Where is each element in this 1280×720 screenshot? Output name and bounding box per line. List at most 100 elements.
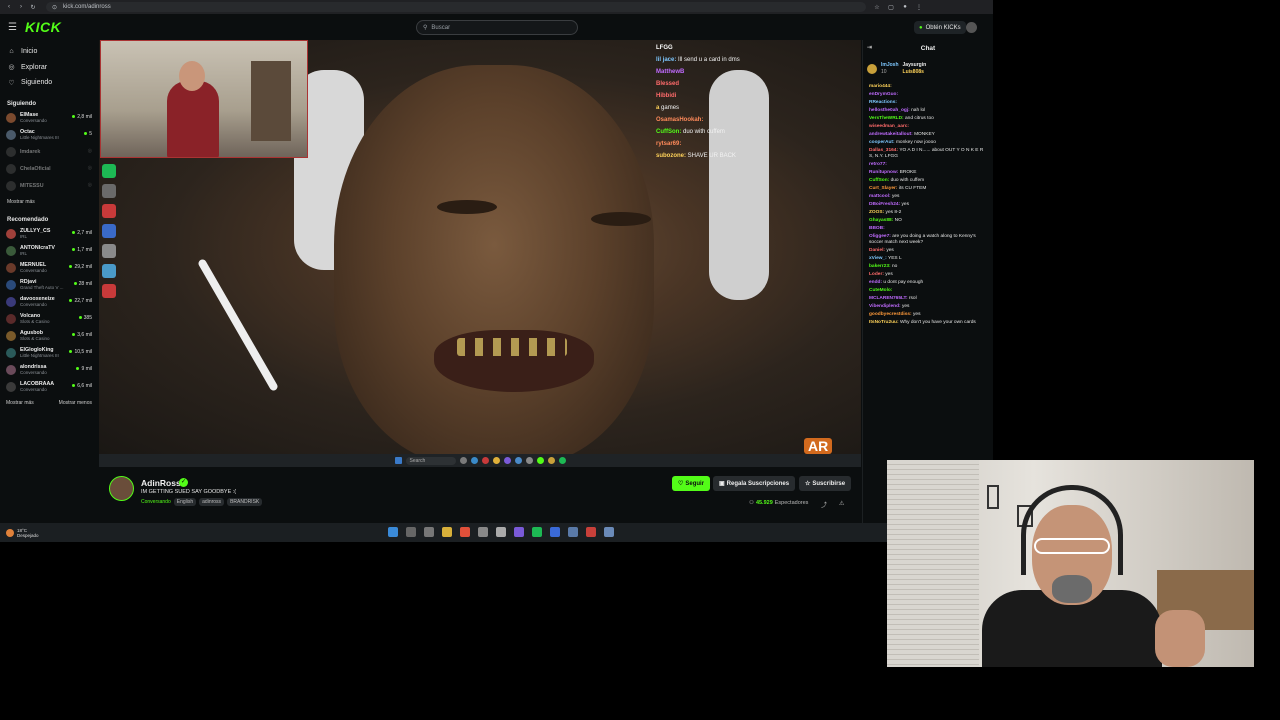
steam-icon[interactable] bbox=[568, 527, 578, 537]
user-avatar[interactable] bbox=[966, 22, 977, 33]
profile-icon[interactable]: ● bbox=[902, 4, 908, 11]
sidebar-channel[interactable]: Agusbob Slots & Casino 3,6 mil bbox=[0, 328, 98, 345]
settings-icon[interactable] bbox=[604, 527, 614, 537]
chat-username[interactable]: CuffSon: bbox=[869, 178, 889, 183]
tag-chip[interactable]: adinross bbox=[199, 498, 225, 506]
chat-username[interactable]: Oliggee7: bbox=[869, 234, 891, 239]
tag-chip[interactable]: English bbox=[173, 498, 197, 506]
chat-username[interactable]: RReactions: bbox=[869, 100, 897, 105]
bookmark-icon[interactable]: ☆ bbox=[874, 4, 880, 11]
chat-username[interactable]: enDrymGuo: bbox=[869, 92, 898, 97]
chat-username[interactable]: DBoiFresh24: bbox=[869, 202, 900, 207]
search-icon[interactable] bbox=[406, 527, 416, 537]
app-icon[interactable] bbox=[550, 527, 560, 537]
gift-subs-button[interactable]: ▣ Regala Suscripciones bbox=[713, 476, 796, 491]
streamer-avatar[interactable] bbox=[109, 476, 134, 501]
chat-username[interactable]: Runitupnow: bbox=[869, 170, 898, 175]
sidebar-item-siguiendo[interactable]: ♡ Siguiendo bbox=[0, 75, 98, 91]
search-input[interactable]: ⚲ Buscar bbox=[416, 20, 578, 35]
collapse-chat-icon[interactable]: ⇥ bbox=[867, 44, 872, 51]
kick-logo[interactable]: KICK bbox=[25, 19, 61, 35]
chat-username[interactable]: xView_: bbox=[869, 256, 887, 261]
sidebar-channel[interactable]: MITESSU ◎ bbox=[0, 178, 98, 195]
chat-username[interactable]: VersTheWRLD: bbox=[869, 116, 904, 121]
chat-text: duo with cuffem bbox=[890, 178, 925, 184]
chat-username[interactable]: Ghayas88: bbox=[869, 218, 893, 223]
reload-icon[interactable]: ↻ bbox=[30, 4, 36, 11]
reactor-hand bbox=[1155, 610, 1205, 667]
chrome-icon[interactable] bbox=[460, 527, 470, 537]
sidebar-channel[interactable]: MERNUEL Conversando 29,2 mil bbox=[0, 260, 98, 277]
report-icon[interactable]: ⚠ bbox=[839, 500, 844, 507]
chat-username[interactable]: Daniel: bbox=[869, 248, 885, 253]
chat-username[interactable]: Loder: bbox=[869, 272, 884, 277]
chat-username[interactable]: wiseedman_aarc: bbox=[869, 124, 909, 129]
obtain-kicks-button[interactable]: ● Obtén KICKs bbox=[914, 21, 966, 34]
task-view-icon[interactable] bbox=[424, 527, 434, 537]
weather-widget[interactable]: 18°C Despejado bbox=[6, 528, 39, 538]
chat-username[interactable]: CuteMolo: bbox=[869, 288, 892, 293]
windows-start-icon[interactable] bbox=[388, 527, 398, 537]
chat-username[interactable]: retro77: bbox=[869, 162, 887, 167]
hamburger-menu-icon[interactable]: ☰ bbox=[8, 22, 17, 33]
chat-text: yes bbox=[886, 248, 894, 254]
chat-message: retro77: bbox=[869, 162, 987, 168]
chat-username[interactable]: cooperAut: bbox=[869, 140, 895, 145]
chat-username[interactable]: andrewtakeitallout: bbox=[869, 132, 913, 137]
chat-username[interactable]: MCLAREN765LT: bbox=[869, 296, 908, 301]
gifter-name[interactable]: Luis808s bbox=[903, 69, 927, 76]
chat-username[interactable]: ZOOS: bbox=[869, 210, 884, 215]
chat-username[interactable]: mattcool: bbox=[869, 194, 891, 199]
chat-username[interactable]: Dallas_3164: bbox=[869, 148, 898, 153]
streamer-name[interactable]: AdinRoss bbox=[141, 478, 181, 488]
back-icon[interactable]: ‹ bbox=[6, 4, 12, 11]
chat-username[interactable]: mario444: bbox=[869, 84, 892, 89]
chat-username[interactable]: Vibendiplend: bbox=[869, 304, 901, 309]
spotify-icon[interactable] bbox=[532, 527, 542, 537]
recommended-show-more[interactable]: Mostrar más bbox=[6, 400, 34, 406]
chat-username[interactable]: ItsNoTru2uu: bbox=[869, 320, 899, 325]
sidebar-channel[interactable]: ElGlogloKing Little Nightmares III 10,5 mi… bbox=[0, 345, 98, 362]
sidebar-channel[interactable]: ANTONIcraTV IRL 1,7 mil bbox=[0, 243, 98, 260]
app-icon[interactable] bbox=[478, 527, 488, 537]
subscribe-button[interactable]: ☆ Suscribirse bbox=[799, 476, 852, 491]
sidebar-channel[interactable]: davooxeneize Conversando 22,7 mil bbox=[0, 294, 98, 311]
gifter-name[interactable]: Jaysurgin bbox=[903, 62, 927, 69]
gifter-name[interactable]: ImJosh bbox=[881, 62, 899, 69]
chat-username[interactable]: BBOB: bbox=[869, 226, 885, 231]
chat-username[interactable]: Curt_Slayer: bbox=[869, 186, 898, 191]
sidebar-channel[interactable]: Volcano Slots & Casino 385 bbox=[0, 311, 98, 328]
sidebar-channel[interactable]: Octac Little Nightmares III 5 bbox=[0, 127, 98, 144]
app-icon[interactable] bbox=[496, 527, 506, 537]
chat-message: BBOB: bbox=[869, 226, 987, 232]
tag-chip[interactable]: BRANDRISK bbox=[227, 498, 263, 506]
chat-username[interactable]: endd: bbox=[869, 280, 882, 285]
sidebar-channel[interactable]: ChelaOficial ◎ bbox=[0, 161, 98, 178]
chat-username[interactable]: hellosthe0ah_ogj: bbox=[869, 108, 910, 113]
sidebar-channel[interactable]: LACOBRAAA Conversando 6,6 mil bbox=[0, 379, 98, 396]
sidebar-item-inicio[interactable]: ⌂ Inicio bbox=[0, 44, 98, 60]
following-show-more[interactable]: Mostrar más bbox=[0, 199, 98, 207]
offline-indicator: ◎ bbox=[87, 147, 92, 154]
share-icon[interactable]: ⤴ bbox=[821, 500, 827, 509]
file-explorer-icon[interactable] bbox=[442, 527, 452, 537]
app-icon[interactable] bbox=[586, 527, 596, 537]
follow-button[interactable]: ♡ Seguir bbox=[672, 476, 711, 491]
category-link[interactable]: Conversando bbox=[141, 499, 171, 505]
extensions-icon[interactable]: ▢ bbox=[888, 4, 894, 11]
sidebar-channel[interactable]: alondrissa Conversando 9 mil bbox=[0, 362, 98, 379]
sidebar-channel[interactable]: Imdarek ◎ bbox=[0, 144, 98, 161]
site-info-icon[interactable]: ⊙ bbox=[52, 4, 57, 11]
sidebar-channel[interactable]: ElMase Conversando 2,8 mil bbox=[0, 110, 98, 127]
forward-icon[interactable]: › bbox=[18, 4, 24, 11]
discord-icon[interactable] bbox=[514, 527, 524, 537]
video-player[interactable]: LFGG lil jace: Ill send u a card in dms M… bbox=[99, 40, 861, 454]
address-bar[interactable]: ⊙ kick.com/adinross bbox=[46, 2, 866, 12]
chat-username[interactable]: bakerr23: bbox=[869, 264, 891, 269]
menu-icon[interactable]: ⋮ bbox=[916, 4, 922, 11]
recommended-show-less[interactable]: Mostrar menos bbox=[59, 400, 92, 406]
sidebar-item-explorar[interactable]: ◎ Explorar bbox=[0, 60, 98, 76]
sidebar-channel[interactable]: ZULLYY_CS IRL 2,7 mil bbox=[0, 226, 98, 243]
sidebar-channel[interactable]: RDjavi Grand Theft Auto V ... 28 mil bbox=[0, 277, 98, 294]
chat-username[interactable]: goodbyecrestdiss: bbox=[869, 312, 912, 317]
